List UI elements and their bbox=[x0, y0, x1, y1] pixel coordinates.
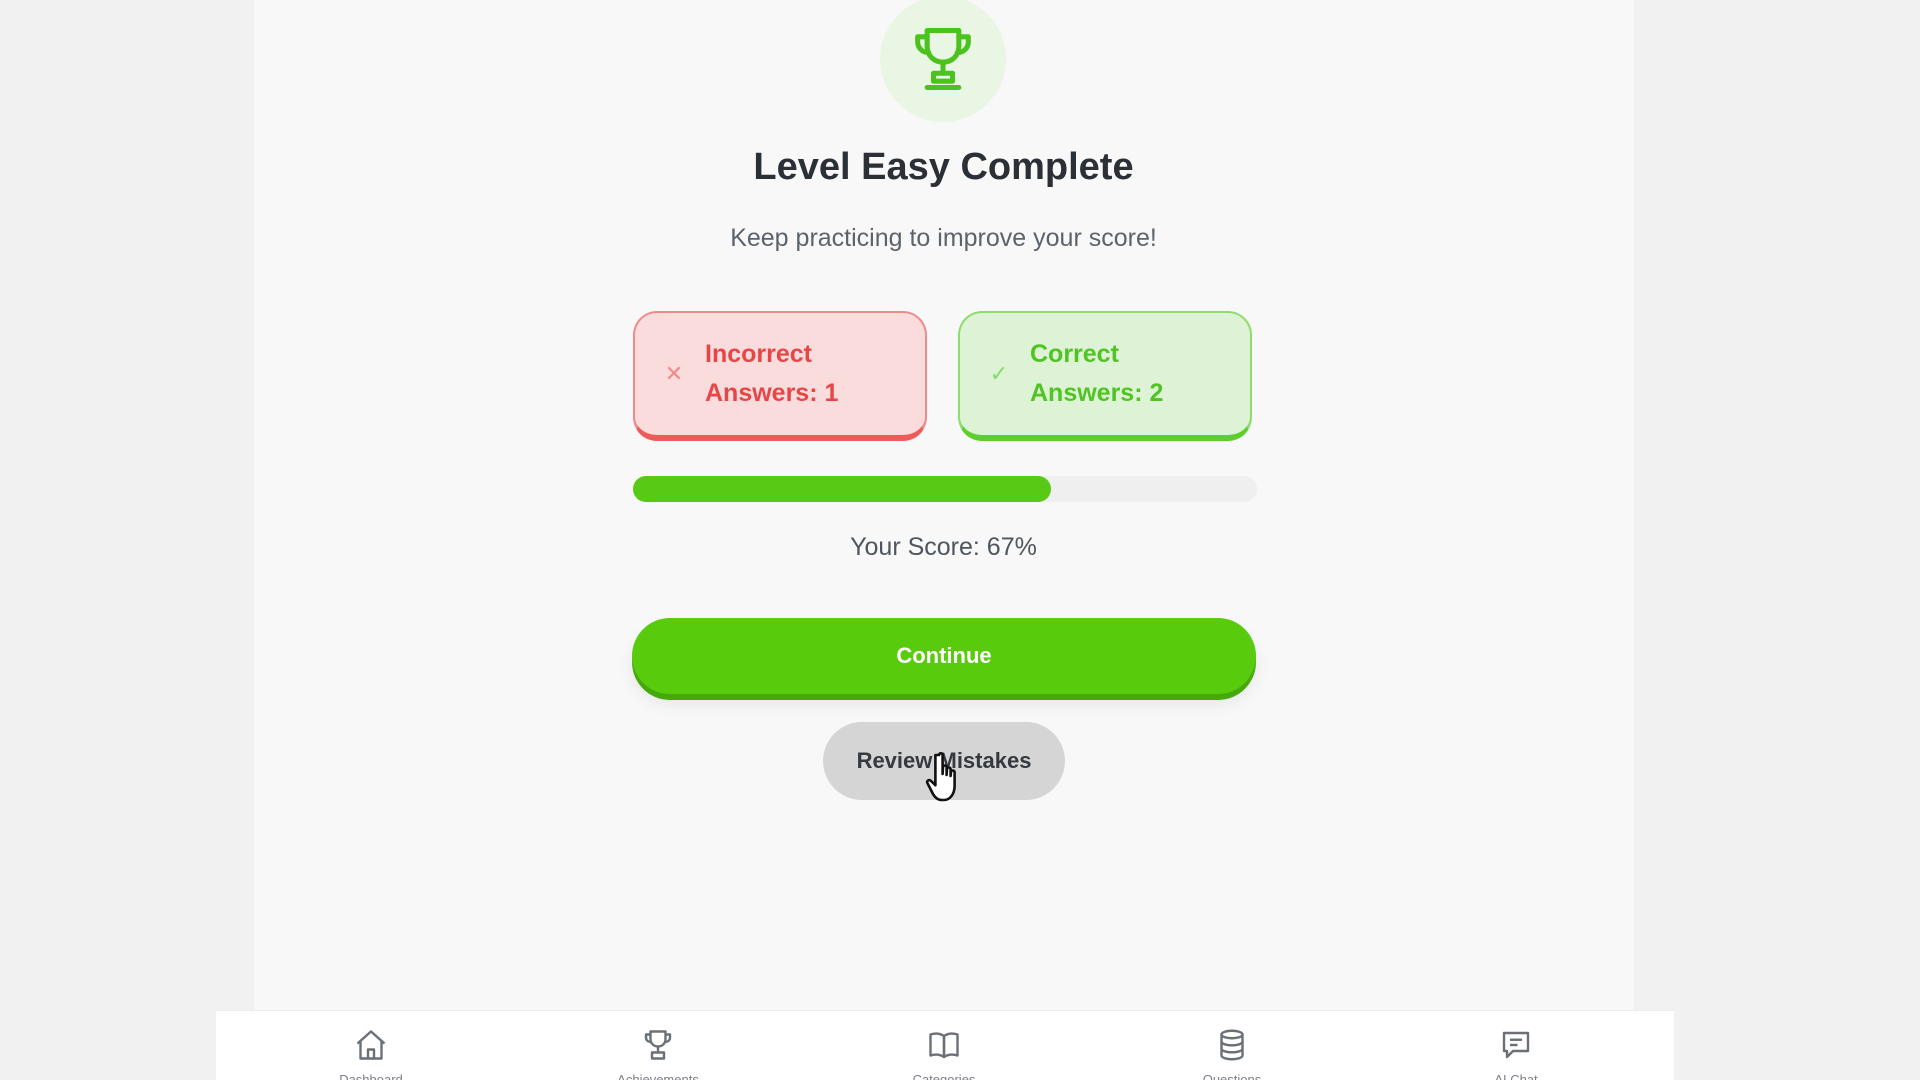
nav-label-achievements: Achievements bbox=[617, 1072, 699, 1080]
page-subtitle: Keep practicing to improve your score! bbox=[730, 224, 1157, 252]
bottom-navigation: Dashboard Achievements Categories Questi… bbox=[216, 1010, 1674, 1080]
book-icon bbox=[929, 1032, 959, 1059]
correct-answers-label: Correct Answers: 2 bbox=[1030, 340, 1164, 407]
nav-item-ai-chat[interactable]: AI Chat bbox=[1446, 1027, 1586, 1080]
nav-label-ai-chat: AI Chat bbox=[1494, 1072, 1538, 1080]
nav-item-questions[interactable]: Questions bbox=[1162, 1027, 1302, 1080]
nav-item-dashboard[interactable]: Dashboard bbox=[301, 1027, 441, 1080]
incorrect-answers-card: ✕ Incorrect Answers: 1 bbox=[633, 311, 927, 441]
nav-item-achievements[interactable]: Achievements bbox=[588, 1027, 728, 1080]
database-icon bbox=[1220, 1029, 1244, 1061]
score-progress-fill bbox=[633, 476, 1052, 502]
score-progress-bar bbox=[633, 476, 1257, 502]
home-icon bbox=[356, 1030, 386, 1060]
close-icon: ✕ bbox=[664, 361, 684, 386]
quiz-result-screen: Level Easy Complete Keep practicing to i… bbox=[0, 0, 1920, 1080]
nav-label-questions: Questions bbox=[1202, 1072, 1262, 1080]
hand-cursor-icon bbox=[925, 752, 956, 802]
nav-label-dashboard: Dashboard bbox=[339, 1072, 403, 1080]
trophy-icon bbox=[915, 27, 971, 91]
trophy-icon bbox=[644, 1030, 672, 1060]
nav-label-categories: Categories bbox=[912, 1072, 976, 1080]
trophy-badge bbox=[880, 0, 1006, 122]
incorrect-answers-label: Incorrect Answers: 1 bbox=[705, 340, 839, 407]
chat-icon bbox=[1502, 1031, 1530, 1059]
nav-item-categories[interactable]: Categories bbox=[874, 1027, 1014, 1080]
continue-button[interactable]: Continue bbox=[632, 618, 1256, 694]
score-text: Your Score: 67% bbox=[850, 533, 1037, 561]
check-icon: ✓ bbox=[989, 361, 1009, 386]
correct-answers-card: ✓ Correct Answers: 2 bbox=[958, 311, 1252, 441]
page-title: Level Easy Complete bbox=[753, 146, 1134, 188]
